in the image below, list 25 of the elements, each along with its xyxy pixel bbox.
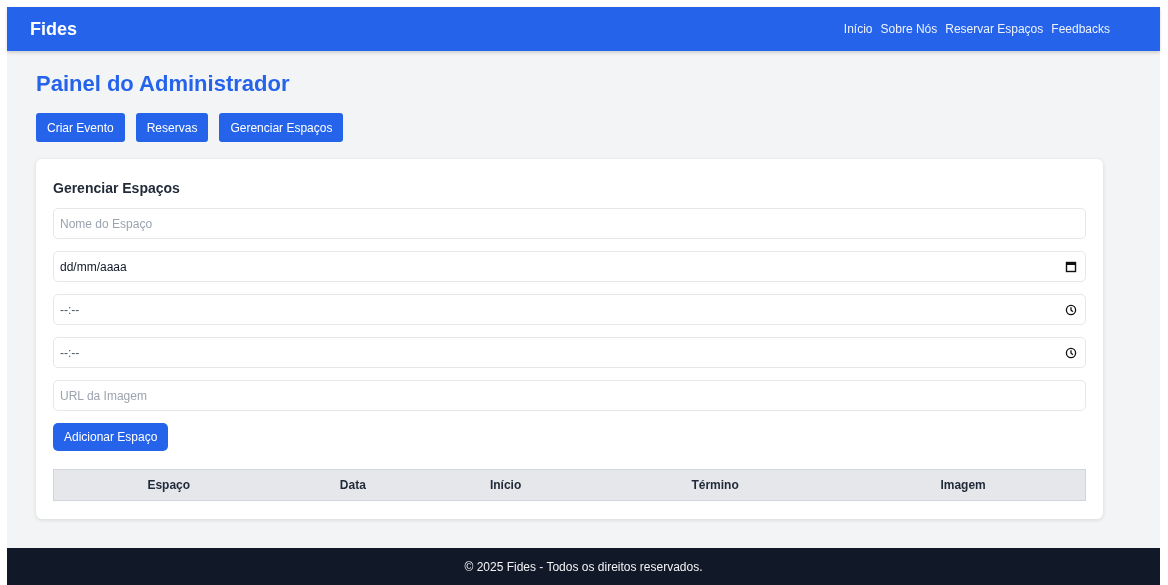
add-button[interactable]: Adicionar Espaço: [53, 423, 169, 451]
column-header: Data: [283, 469, 423, 501]
column-header: Imagem: [841, 469, 1086, 501]
nav-link[interactable]: Sobre Nós: [880, 22, 938, 36]
time-field[interactable]: --:--: [53, 294, 1086, 325]
copyright-text: © 2025 Fides - Todos os direitos reservados.: [464, 559, 703, 574]
clock-icon[interactable]: [1065, 346, 1077, 359]
action-button[interactable]: Gerenciar Espaços: [219, 113, 344, 142]
column-header: Espaço: [53, 469, 284, 501]
time-field[interactable]: --:--: [53, 337, 1086, 368]
calendar-icon[interactable]: [1065, 260, 1077, 273]
brand-logo[interactable]: Fides: [30, 18, 77, 40]
date-field[interactable]: dd/mm/aaaa: [53, 251, 1086, 282]
nav-link[interactable]: Feedbacks: [1051, 22, 1110, 36]
nav-link[interactable]: Início: [843, 22, 873, 36]
action-button[interactable]: Reservas: [135, 113, 209, 142]
nav-link[interactable]: Reservar Espaços: [945, 22, 1044, 36]
action-button[interactable]: Criar Evento: [36, 113, 125, 142]
section-title: Gerenciar Espaços: [53, 179, 181, 197]
page-title: Painel do Administrador: [36, 70, 291, 98]
column-header: Término: [589, 469, 842, 501]
text-field[interactable]: Nome do Espaço: [53, 208, 1086, 239]
clock-icon[interactable]: [1065, 303, 1077, 316]
column-header: Início: [422, 469, 590, 501]
text-field[interactable]: URL da Imagem: [53, 380, 1086, 411]
